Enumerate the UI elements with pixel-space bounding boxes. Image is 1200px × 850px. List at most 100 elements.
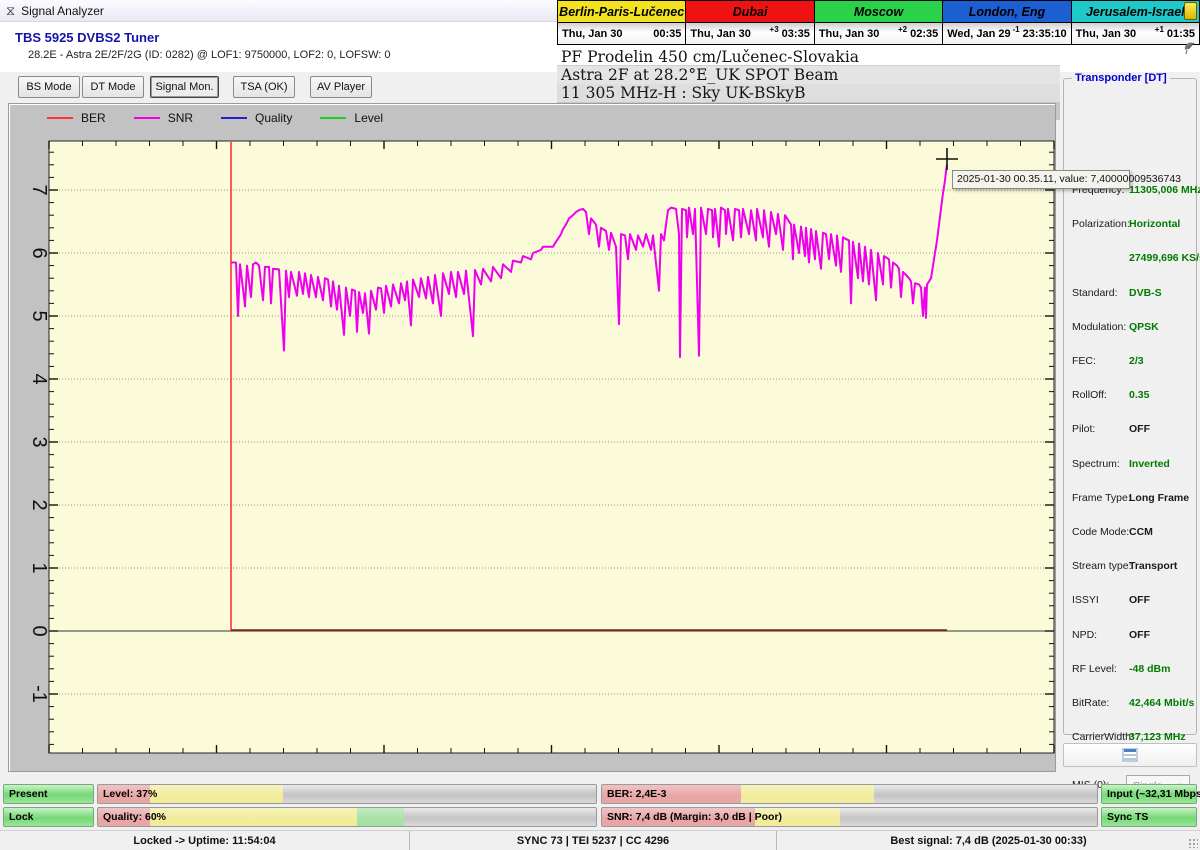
tp-row-value: OFF: [1129, 423, 1150, 435]
tp-row-value: Horizontal: [1129, 218, 1180, 230]
input-indicator: Input (~32,31 Mbps): [1101, 784, 1197, 804]
clock-date: Thu, Jan 30: [562, 28, 650, 40]
clock-city: Moscow: [815, 1, 942, 23]
tp-row-label: RF Level:: [1072, 663, 1117, 675]
clock-time: 01:35: [1167, 28, 1195, 40]
tp-row-value: 11305,006 MHz: [1129, 184, 1200, 196]
sync-ts-indicator: Sync TS: [1101, 807, 1197, 827]
tp-row-value: QPSK: [1129, 321, 1159, 333]
overlay-line: 11 305 MHz-H : Sky UK-BSkyB: [557, 84, 1060, 102]
satellite-dish-icon: [1182, 40, 1198, 56]
tp-row-label: RollOff:: [1072, 389, 1107, 401]
tp-row-label: NPD:: [1072, 629, 1097, 641]
clock-time: 23:35:10: [1023, 28, 1067, 40]
tp-row-label: Frame Type:: [1072, 492, 1131, 504]
clock-date: Wed, Jan 29: [947, 28, 1012, 40]
bar-zone: [150, 785, 283, 803]
status-sync-counters: SYNC 73 | TEI 5237 | CC 4296: [410, 831, 777, 850]
signal-chart-panel[interactable]: BERSNRQualityLevel -101234567: [8, 103, 1056, 772]
bar-label: SNR: 7,4 dB (Margin: 3,0 dB | Poor): [607, 808, 782, 827]
tp-row-value: 42,464 Mbit/s: [1129, 697, 1194, 709]
app-icon: ⧖: [6, 3, 15, 19]
bar-zone: [741, 785, 875, 803]
tp-row-label: CarrierWidth:: [1072, 731, 1134, 743]
bar-label: BER: 2,4E-3: [607, 785, 667, 804]
clock-city: London, Eng: [943, 1, 1070, 23]
snr-bar: SNR: 7,4 dB (Margin: 3,0 dB | Poor): [601, 807, 1098, 827]
clock-city: Berlin-Paris-Lučenec: [558, 1, 685, 23]
signal-chart[interactable]: -101234567: [9, 104, 1055, 771]
overlay-line: PF Prodelin 450 cm/Lučenec-Slovakia: [557, 48, 1060, 66]
clock-4: London, Eng Wed, Jan 29-1 23:35:10: [943, 1, 1071, 44]
clock-time: 02:35: [910, 28, 938, 40]
clock-datetime: Thu, Jan 30+303:35: [686, 23, 813, 44]
toolbar-button-av-player[interactable]: AV Player: [310, 76, 372, 98]
toolbar-button-dt-mode[interactable]: DT Mode: [82, 76, 144, 98]
tp-row-label: Code Mode:: [1072, 526, 1129, 538]
clock-datetime: Thu, Jan 30+202:35: [815, 23, 942, 44]
toolbar-button-bs-mode[interactable]: BS Mode: [18, 76, 80, 98]
resize-grip[interactable]: [1188, 838, 1198, 848]
tp-row-value: Inverted: [1129, 458, 1170, 470]
tuner-name: TBS 5925 DVBS2 Tuner: [15, 30, 159, 45]
tp-row-label: Stream type:: [1072, 560, 1132, 572]
svg-text:0: 0: [28, 625, 50, 636]
tp-row-value: 27499,696 KS/s: [1129, 252, 1200, 264]
tp-row-label: Polarization:: [1072, 218, 1130, 230]
clock-city: Dubai: [686, 1, 813, 23]
toolbar-button-signal-mon-[interactable]: Signal Mon.: [150, 76, 219, 98]
transponder-panel-title: Transponder [DT]: [1072, 72, 1170, 84]
present-indicator: Present: [3, 784, 94, 804]
crosshair-cursor: [936, 148, 958, 170]
clock-date: Thu, Jan 30: [1076, 28, 1155, 40]
clock-datetime: Thu, Jan 30+101:35: [1072, 23, 1199, 44]
clock-utc-offset: -1: [1012, 25, 1019, 34]
toolbar-button-tsa-ok-[interactable]: TSA (OK): [233, 76, 295, 98]
clock-date: Thu, Jan 30: [690, 28, 769, 40]
lock-indicator: Lock: [3, 807, 94, 827]
svg-text:6: 6: [28, 247, 50, 258]
clock-datetime: Thu, Jan 3000:35: [558, 23, 685, 44]
clock-utc-offset: +1: [1155, 25, 1164, 34]
mode-toolbar: BS ModeDT Mode Signal Mon. TSA (OK) AV Play…: [0, 72, 557, 103]
svg-text:2: 2: [28, 499, 50, 510]
quality-bar: Quality: 60%: [97, 807, 597, 827]
bar-zone: [150, 808, 357, 826]
tp-row-value: OFF: [1129, 594, 1150, 606]
level-bar: Level: 37%: [97, 784, 597, 804]
tp-row-value: Long Frame: [1129, 492, 1189, 504]
clock-utc-offset: +2: [898, 25, 907, 34]
tp-row-value: CCM: [1129, 526, 1153, 538]
svg-text:3: 3: [28, 436, 50, 447]
clock-time: 03:35: [782, 28, 810, 40]
overlay-line: Astra 2F at 28.2°E_UK SPOT Beam: [557, 66, 1060, 84]
window-title: Signal Analyzer: [21, 4, 104, 18]
svg-text:7: 7: [28, 184, 50, 195]
world-clocks-panel: Berlin-Paris-LučenecThu, Jan 3000:35Duba…: [557, 0, 1200, 45]
bar-label: Quality: 60%: [103, 808, 166, 827]
svg-text:-1: -1: [28, 685, 50, 703]
svg-text:4: 4: [28, 373, 50, 384]
status-lock-uptime: Locked -> Uptime: 11:54:04: [0, 831, 410, 850]
tp-row-label: Modulation:: [1072, 321, 1126, 333]
clock-utc-offset: +3: [770, 25, 779, 34]
clock-1: Berlin-Paris-LučenecThu, Jan 3000:35: [558, 1, 686, 44]
tp-row-value: OFF: [1129, 629, 1150, 641]
tp-row-label: Standard:: [1072, 287, 1118, 299]
tp-row-value: -48 dBm: [1129, 663, 1170, 675]
bar-label: Level: 37%: [103, 785, 157, 804]
tp-row-value: 2/3: [1129, 355, 1144, 367]
ber-bar: BER: 2,4E-3: [601, 784, 1098, 804]
clock-5: Jerusalem-IsraelThu, Jan 30+101:35: [1072, 1, 1199, 44]
status-bar: Locked -> Uptime: 11:54:04 SYNC 73 | TEI…: [0, 830, 1200, 850]
tp-row-label: ISSYI: [1072, 594, 1099, 606]
transponder-report-button[interactable]: [1063, 743, 1197, 767]
svg-text:1: 1: [28, 562, 50, 573]
bar-zone: [357, 808, 404, 826]
chart-tooltip: 2025-01-30 00.35.11, value: 7,4000000953…: [952, 170, 1130, 189]
status-best-signal: Best signal: 7,4 dB (2025-01-30 00:33): [777, 831, 1200, 850]
clock-datetime: Wed, Jan 29-1 23:35:10: [943, 23, 1070, 44]
tp-row-label: BitRate:: [1072, 697, 1109, 709]
clock-date: Thu, Jan 30: [819, 28, 898, 40]
report-icon: [1122, 748, 1138, 762]
